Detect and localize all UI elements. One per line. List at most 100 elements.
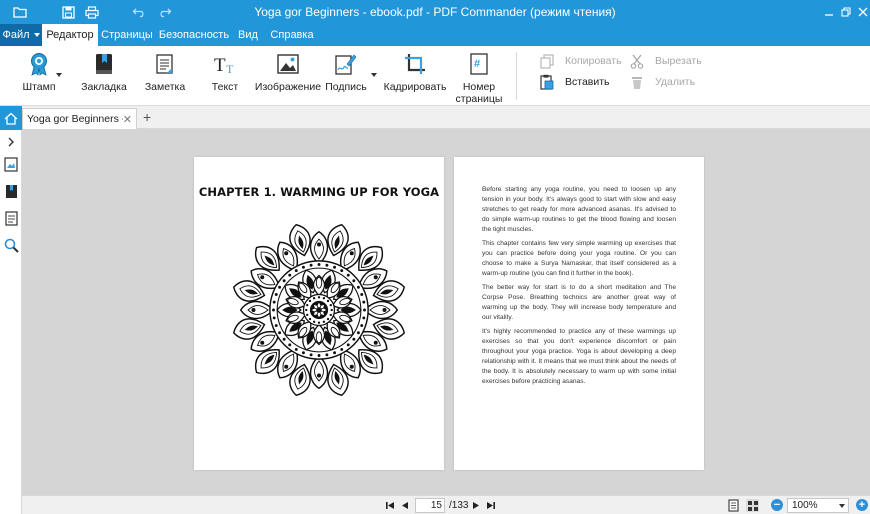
document-view[interactable]: CHAPTER 1. WARMING UP FOR YOGA Before st… [22,129,870,495]
paste-button[interactable]: Вставить [539,74,610,90]
single-page-icon [728,499,739,512]
tab-help[interactable]: Справка [268,24,316,46]
last-page-button[interactable] [485,500,497,511]
title-bar: Yoga gor Beginners - ebook.pdf - PDF Com… [0,0,870,24]
svg-text:T: T [214,55,226,75]
zoom-select[interactable]: 100% [787,498,849,513]
notes-panel-button[interactable] [3,210,19,226]
close-tab-icon[interactable]: ✕ [123,113,132,126]
text-icon: TT [213,52,237,76]
tab-editor[interactable]: Редактор [42,24,98,46]
document-tab-title: Yoga gor Beginners - ebook.pdf [27,113,123,125]
stamp-label: Штамп [22,81,56,93]
single-page-view-button[interactable] [727,499,740,512]
crop-icon [403,52,427,76]
chevron-right-icon [8,137,14,147]
page-left: CHAPTER 1. WARMING UP FOR YOGA [194,157,444,470]
bookmark-icon [92,52,116,76]
note-label: Заметка [144,81,186,93]
page-number-icon: # [467,52,491,76]
current-page-input[interactable]: 15 [415,498,445,513]
bookmark-icon [5,184,17,198]
crop-label: Кадрировать [383,81,447,93]
delete-label: Удалить [655,76,696,88]
page-number-button[interactable]: # Номер страницы [456,52,502,105]
crop-button[interactable]: Кадрировать [383,52,447,93]
bookmarks-panel-button[interactable] [3,183,19,199]
delete-button[interactable]: Удалить [629,74,695,90]
signature-button[interactable]: Подпись [325,52,367,93]
minimize-button[interactable] [821,4,837,20]
image-icon [276,52,300,76]
previous-page-icon [402,502,408,509]
first-page-icon [386,502,394,509]
image-label: Изображение [254,81,322,93]
page-right: Before starting any yoga routine, you ne… [454,157,704,470]
ribbon-toolbar: Штамп Закладка Заметка TT Текст Изображе… [0,46,870,106]
thumbnails-icon [4,156,18,172]
stamp-button[interactable]: Штамп [22,52,56,93]
text-button[interactable]: TT Текст [208,52,242,93]
file-menu-label: Файл [2,29,30,41]
chapter-title: CHAPTER 1. WARMING UP FOR YOGA [198,185,440,199]
paragraph: The better way for start is to do a shor… [482,284,676,321]
page-number-label-line2: страницы [455,93,503,105]
text-label: Текст [211,81,239,93]
copy-icon [539,53,555,69]
bookmark-label: Закладка [81,81,127,93]
stamp-icon [27,52,51,76]
tab-pages[interactable]: Страницы [100,24,154,46]
restore-button[interactable] [838,4,854,20]
expand-sidebar-button[interactable] [3,134,19,150]
zoom-value: 100% [792,500,818,511]
page-number-label-line1: Номер [462,81,496,93]
copy-label: Копировать [565,55,622,67]
search-button[interactable] [3,237,19,253]
paragraph: This chapter contains few very simple wa… [482,240,676,277]
copy-button[interactable]: Копировать [539,53,622,69]
bookmark-button[interactable]: Закладка [81,52,127,93]
add-tab-button[interactable]: + [143,109,151,125]
signature-icon [334,52,358,76]
previous-page-button[interactable] [399,500,411,511]
document-tab[interactable]: Yoga gor Beginners - ebook.pdf ✕ [22,108,137,129]
note-icon [153,52,177,76]
close-window-button[interactable] [855,4,870,20]
tab-security[interactable]: Безопасность [158,24,230,46]
page-text: Before starting any yoga routine, you ne… [482,185,676,391]
next-page-button[interactable] [470,500,482,511]
ribbon-separator [516,52,517,100]
status-bar: 15 /133 − 100% + [22,495,870,514]
document-tab-strip: Yoga gor Beginners - ebook.pdf ✕ + [22,106,870,129]
stamp-dropdown-arrow[interactable] [56,73,62,77]
zoom-in-button[interactable]: + [856,499,868,511]
two-page-view-button[interactable] [746,499,759,512]
mandala-illustration [232,223,406,397]
next-page-icon [473,502,479,509]
thumbnails-button[interactable] [3,156,19,172]
paragraph: Before starting any yoga routine, you ne… [482,186,676,233]
scissors-icon [629,53,645,69]
svg-text:#: # [474,58,480,70]
home-button[interactable] [0,106,22,130]
cut-button[interactable]: Вырезать [629,53,702,69]
image-button[interactable]: Изображение [254,52,322,93]
zoom-out-button[interactable]: − [771,499,783,511]
note-button[interactable]: Заметка [144,52,186,93]
total-pages: /133 [449,500,469,511]
grid-view-icon [747,500,758,511]
menu-bar: Файл Редактор Страницы Безопасность Вид … [0,24,870,46]
home-icon [4,112,18,125]
tab-view[interactable]: Вид [234,24,262,46]
paste-icon [539,74,555,90]
signature-dropdown-arrow[interactable] [371,73,377,77]
left-sidebar [0,106,22,514]
paste-label: Вставить [565,76,610,88]
trash-icon [629,74,645,90]
cut-label: Вырезать [655,55,702,67]
first-page-button[interactable] [384,500,396,511]
svg-text:T: T [226,62,234,75]
page-number-label: Номер страницы [456,81,503,105]
window-title: Yoga gor Beginners - ebook.pdf - PDF Com… [254,5,616,19]
file-menu-button[interactable]: Файл [0,24,42,46]
